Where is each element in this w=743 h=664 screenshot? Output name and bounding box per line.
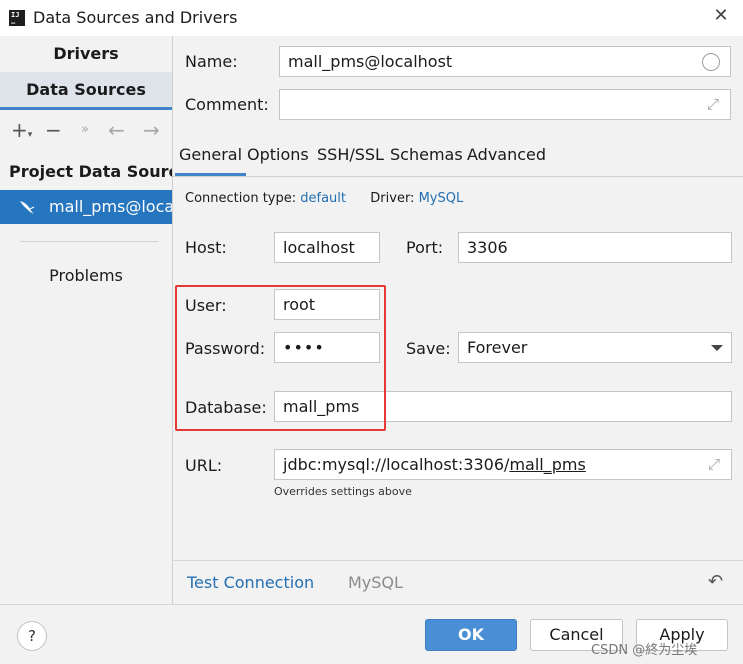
section-title: Project Data Sources xyxy=(9,162,172,181)
tab-advanced[interactable]: Advanced xyxy=(467,140,546,176)
help-button[interactable]: ? xyxy=(17,621,47,651)
host-label: Host: xyxy=(185,238,227,257)
tab-divider xyxy=(173,176,743,177)
url-database: mall_pms xyxy=(509,455,586,474)
plus-icon[interactable]: +▾ xyxy=(11,114,32,151)
sidebar-item-label: mall_pms@localhost xyxy=(49,197,172,216)
name-field[interactable]: mall_pms@localhost xyxy=(279,46,731,77)
minus-icon[interactable]: − xyxy=(45,114,62,146)
divider xyxy=(20,241,158,242)
port-input[interactable]: 3306 xyxy=(458,232,732,263)
sidebar-toolbar: +▾ − » ← → xyxy=(0,114,172,146)
comment-field[interactable]: ⤢ xyxy=(279,89,731,120)
url-input[interactable]: jdbc:mysql://localhost:3306/mall_pms ⤢ xyxy=(274,449,732,480)
save-value: Forever xyxy=(467,338,528,357)
sidebar: Drivers Data Sources +▾ − » ← → Project … xyxy=(0,36,172,604)
ok-button[interactable]: OK xyxy=(425,619,517,651)
bottom-divider xyxy=(173,560,743,561)
highlight-box xyxy=(175,285,386,431)
tab-data-sources[interactable]: Data Sources xyxy=(0,72,172,110)
tab-general[interactable]: General xyxy=(174,140,247,176)
color-indicator-icon[interactable] xyxy=(702,53,720,71)
window-title: Data Sources and Drivers xyxy=(33,8,238,27)
title-bar: IJ — Data Sources and Drivers ✕ xyxy=(0,0,743,36)
double-chevron-icon[interactable]: » xyxy=(81,114,89,146)
comment-label: Comment: xyxy=(185,95,269,114)
close-icon[interactable]: ✕ xyxy=(709,4,733,28)
tab-drivers[interactable]: Drivers xyxy=(0,36,172,72)
intellij-icon: IJ — xyxy=(9,10,25,27)
mysql-dolphin-icon xyxy=(20,201,35,214)
driver-label: Driver: xyxy=(370,191,415,206)
connection-info: Connection type: default Driver: MySQL xyxy=(185,191,463,206)
watermark: CSDN @終为尘埃 xyxy=(591,643,698,658)
tab-schemas[interactable]: Schemas xyxy=(390,140,463,176)
chevron-down-icon xyxy=(711,345,723,351)
tab-options[interactable]: Options xyxy=(247,140,309,176)
url-prefix: jdbc:mysql://localhost:3306/ xyxy=(283,455,510,474)
test-connection-link[interactable]: Test Connection xyxy=(187,573,314,592)
connection-type-link[interactable]: default xyxy=(300,191,346,206)
save-select[interactable]: Forever xyxy=(458,332,732,363)
host-input[interactable]: localhost xyxy=(274,232,380,263)
expand-icon[interactable]: ⤢ xyxy=(704,95,722,113)
connection-type-label: Connection type: xyxy=(185,191,297,206)
name-label: Name: xyxy=(185,52,238,71)
name-value: mall_pms@localhost xyxy=(288,52,453,71)
save-label: Save: xyxy=(406,339,451,358)
port-label: Port: xyxy=(406,238,444,257)
driver-link[interactable]: MySQL xyxy=(419,191,464,206)
tab-ssh-ssl[interactable]: SSH/SSL xyxy=(317,140,384,176)
driver-name-label: MySQL xyxy=(348,573,403,592)
problems-item[interactable]: Problems xyxy=(0,266,172,285)
dialog-footer: ? OK Cancel Apply CSDN @終为尘埃 xyxy=(0,604,743,664)
expand-icon[interactable]: ⤢ xyxy=(705,455,723,473)
url-label: URL: xyxy=(185,456,223,475)
tab-bar: General Options SSH/SSL Schemas Advanced xyxy=(173,140,743,176)
arrow-right-icon[interactable]: → xyxy=(143,114,160,146)
overrides-note: Overrides settings above xyxy=(274,485,412,498)
arrow-left-icon[interactable]: ← xyxy=(108,114,125,146)
sidebar-item-datasource[interactable]: mall_pms@localhost xyxy=(0,190,172,224)
revert-icon[interactable]: ↶ xyxy=(708,571,723,592)
